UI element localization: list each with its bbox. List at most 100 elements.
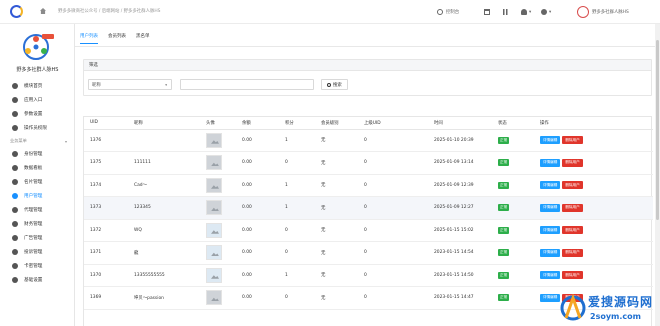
edit-details-button[interactable]: 详情编辑 — [540, 271, 561, 280]
breadcrumb[interactable]: 野多多微商社公众号 / 后端网站 / 野多多社群人脉HS — [58, 8, 160, 14]
edit-details-button[interactable]: 详情编辑 — [540, 136, 561, 145]
cell-parent-uid: 0 — [364, 129, 434, 152]
delete-user-button[interactable]: 删除用户 — [562, 271, 583, 280]
col-avatar: 头像 — [206, 117, 242, 130]
sidebar: 野多多社群人脉HS 模块首页 应用入口 参数设置 操作员权限 业务菜单 ▾ 身份… — [0, 24, 75, 326]
gear-icon — [12, 165, 18, 171]
tab-member-list[interactable]: 会员列表 — [108, 33, 126, 44]
col-actions: 操作 — [540, 117, 653, 130]
cell-avatar — [206, 151, 242, 175]
sidebar-item-identity[interactable]: 身份管理 — [0, 147, 75, 161]
console-link[interactable]: 控制台 — [437, 6, 459, 18]
delete-user-button[interactable]: 删除用户 — [562, 136, 583, 145]
cell-actions: 详情编辑 删除用户 — [540, 219, 653, 242]
sidebar-group-business[interactable]: 业务菜单 ▾ — [0, 135, 75, 147]
cell-level: 无 — [321, 219, 364, 242]
field-select[interactable]: 昵称 ▾ — [88, 79, 172, 90]
cell-actions: 详情编辑 删除用户 — [540, 196, 653, 220]
cell-balance: 0.00 — [242, 151, 285, 175]
cell-points: 1 — [285, 196, 321, 220]
chevron-down-icon: ▾ — [165, 83, 167, 87]
cell-balance: 0.00 — [242, 129, 285, 152]
cell-nick: 龍 — [134, 241, 206, 265]
cell-balance: 0.00 — [242, 219, 285, 242]
user-icon — [541, 9, 547, 15]
cell-nick: 111111 — [134, 151, 206, 175]
sidebar-item-permissions[interactable]: 操作员权限 — [0, 121, 75, 135]
delete-user-button[interactable]: 删除用户 — [562, 203, 583, 212]
table-row: 1373 123345 0.00 1 无 0 2025-01-09 12:27 正常 详情编辑删… — [84, 196, 653, 220]
cell-uid: 1372 — [84, 219, 134, 242]
table-header-row: UID 昵称 头像 余额 积分 会员级别 上级UID 时间 状态 操作 — [84, 117, 653, 130]
cell-parent-uid: 0 — [364, 286, 434, 310]
sidebar-item-cards[interactable]: 名片管理 — [0, 175, 75, 189]
cell-actions: 详情编辑 删除用户 — [540, 151, 653, 175]
home-icon[interactable] — [40, 8, 46, 14]
edit-details-button[interactable]: 详情编辑 — [540, 181, 561, 190]
avatar-image — [206, 132, 222, 148]
cell-time: 2025-01-09 12:39 — [434, 174, 498, 197]
avatar-image — [206, 200, 222, 216]
search-input[interactable] — [180, 79, 314, 90]
sidebar-item-users[interactable]: 用户管理 — [0, 189, 75, 203]
cell-level: 无 — [321, 129, 364, 152]
cell-points: 0 — [285, 151, 321, 175]
gear-icon — [12, 263, 18, 269]
watermark-title: 爱搜源码网 — [588, 295, 654, 309]
tab-blacklist[interactable]: 黑名单 — [136, 33, 150, 44]
sidebar-item-basic-settings[interactable]: 基础设置 — [0, 273, 75, 287]
cell-parent-uid: 0 — [364, 151, 434, 175]
tab-user-list[interactable]: 用户列表 — [80, 33, 98, 44]
edit-details-button[interactable]: 详情编辑 — [540, 158, 561, 167]
avatar-image — [206, 222, 222, 238]
status-badge: 正常 — [498, 204, 510, 212]
sidebar-item-complaints[interactable]: 投诉管理 — [0, 245, 75, 259]
sidebar-item-apps[interactable]: 应用入口 — [0, 93, 75, 107]
edit-details-button[interactable]: 详情编辑 — [540, 226, 561, 235]
cell-avatar — [206, 196, 242, 220]
cell-status: 正常 — [498, 241, 540, 265]
gear-icon — [12, 207, 18, 213]
notification-button[interactable]: ▾ — [521, 6, 531, 18]
brand-name: 野多多社群人脉HS — [16, 67, 59, 73]
cell-status: 正常 — [498, 151, 540, 175]
sidebar-item-dashboard[interactable]: 数据看板 — [0, 161, 75, 175]
cell-time: 2025-01-15 15:02 — [434, 219, 498, 242]
delete-user-button[interactable]: 删除用户 — [562, 248, 583, 257]
filter-title: 筛选 — [84, 60, 651, 71]
search-button[interactable]: 搜索 — [321, 79, 348, 90]
cell-points: 0 — [285, 241, 321, 265]
table-row: 1372 WQ 0.00 0 无 0 2025-01-15 15:02 正常 详情编辑 删除用户 — [84, 219, 653, 242]
delete-user-button[interactable]: 删除用户 — [562, 158, 583, 167]
sidebar-item-cardkeys[interactable]: 卡密管理 — [0, 259, 75, 273]
user-menu-button[interactable]: ▾ — [541, 6, 551, 18]
cell-avatar — [206, 241, 242, 265]
cell-time: 2023-01-15 14:47 — [434, 286, 498, 310]
edit-details-button[interactable]: 详情编辑 — [540, 203, 561, 212]
cell-points: 1 — [285, 264, 321, 287]
edit-details-button[interactable]: 详情编辑 — [540, 248, 561, 257]
gear-icon — [12, 249, 18, 255]
delete-user-button[interactable]: 删除用户 — [562, 226, 583, 235]
grid-button[interactable] — [503, 6, 509, 18]
sidebar-item-home[interactable]: 模块首页 — [0, 79, 75, 93]
edit-details-button[interactable]: 详情编辑 — [540, 293, 561, 302]
table-row: 1370 13355555555 0.00 1 无 0 2023-01-15 14:50 正常… — [84, 264, 653, 287]
cell-balance: 0.00 — [242, 286, 285, 310]
col-parent-uid: 上级UID — [364, 117, 434, 130]
cell-parent-uid: 0 — [364, 219, 434, 242]
avatar-image — [206, 177, 222, 193]
delete-user-button[interactable]: 删除用户 — [562, 181, 583, 190]
calendar-button[interactable] — [484, 6, 490, 18]
cell-nick — [134, 129, 206, 152]
avatar-image — [206, 267, 222, 283]
scrollbar-thumb[interactable] — [656, 40, 659, 220]
sidebar-item-ads[interactable]: 广告管理 — [0, 231, 75, 245]
sidebar-item-finance[interactable]: 财务管理 — [0, 217, 75, 231]
col-nick: 昵称 — [134, 117, 206, 130]
account-menu[interactable]: 野多多社群人脉HS — [577, 6, 629, 18]
sidebar-item-settings[interactable]: 参数设置 — [0, 107, 75, 121]
sidebar-item-agents[interactable]: 代理管理 — [0, 203, 75, 217]
top-bar: 野多多微商社公众号 / 后端网站 / 野多多社群人脉HS 控制台 ▾ ▾ 野多多… — [0, 0, 660, 24]
app-logo-icon[interactable] — [10, 5, 23, 18]
